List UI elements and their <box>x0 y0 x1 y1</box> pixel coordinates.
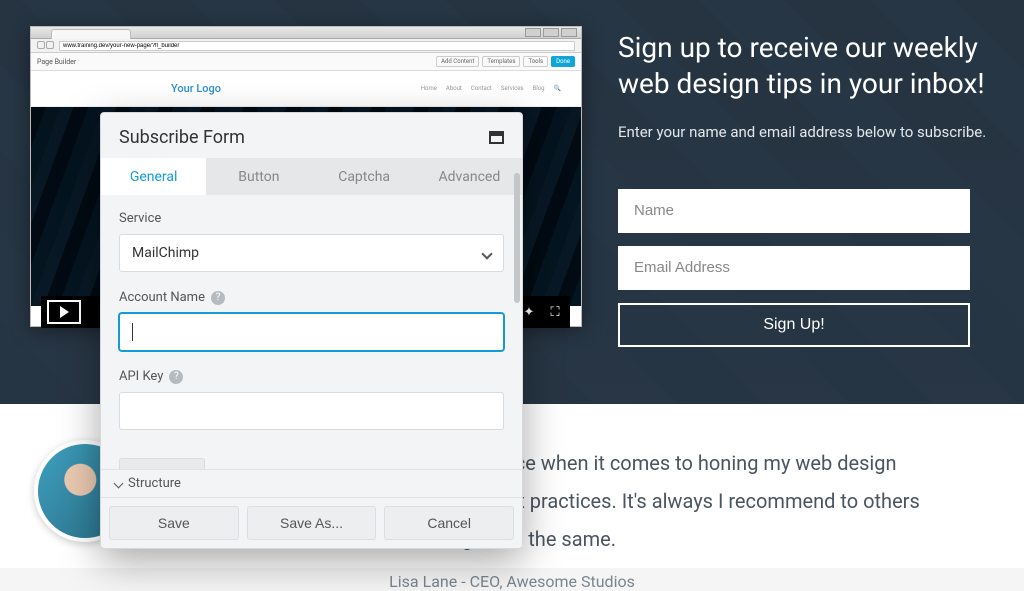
play-button[interactable] <box>47 300 81 324</box>
toolbar-templates[interactable]: Templates <box>482 56 520 67</box>
subscribe-form-modal: Subscribe Form General Button Captcha Ad… <box>100 112 523 549</box>
modal-body: Service MailChimp Account Name ? API Key… <box>101 195 522 469</box>
toolbar-tools[interactable]: Tools <box>523 56 548 67</box>
browser-addressbar <box>31 39 581 53</box>
toolbar-done[interactable]: Done <box>551 56 575 67</box>
nav-item[interactable]: Home <box>421 85 437 92</box>
hero-title: Sign up to receive our weekly web design… <box>618 30 988 103</box>
signup-form: Sign up to receive our weekly web design… <box>618 30 988 347</box>
testimonial-author: Lisa Lane - CEO, Awesome Studios <box>60 572 964 591</box>
signup-button[interactable]: Sign Up! <box>618 303 970 347</box>
account-name-input[interactable] <box>119 313 504 351</box>
nav-item[interactable]: Contact <box>471 85 492 92</box>
nav-arrows[interactable] <box>37 41 55 51</box>
hero-subtitle: Enter your name and email address below … <box>618 123 988 141</box>
url-input[interactable] <box>59 41 575 51</box>
site-header: Your Logo Home About Contact Services Bl… <box>31 71 581 107</box>
site-nav: Home About Contact Services Blog 🔍 <box>421 85 561 92</box>
site-logo: Your Logo <box>171 82 221 95</box>
page-builder-label: Page Builder <box>37 58 76 66</box>
browser-tab[interactable] <box>51 29 131 39</box>
nav-item[interactable]: About <box>446 85 462 92</box>
page-builder-bar: Page Builder Add Content Templates Tools… <box>31 53 581 71</box>
nav-item[interactable]: Blog <box>533 85 545 92</box>
browser-chrome <box>31 27 581 39</box>
chevron-down-icon <box>114 479 124 489</box>
toolbar-add[interactable]: Add Content <box>436 56 479 67</box>
window-controls[interactable] <box>525 28 577 37</box>
nav-item[interactable]: Services <box>501 85 524 92</box>
name-input[interactable] <box>618 189 970 233</box>
search-icon[interactable]: 🔍 <box>554 85 561 92</box>
email-input[interactable] <box>618 246 970 290</box>
play-icon <box>60 306 69 318</box>
